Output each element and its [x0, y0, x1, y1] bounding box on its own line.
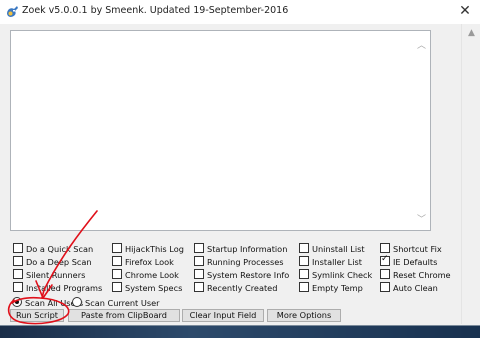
option-label: Chrome Look — [125, 270, 179, 280]
option-deep-scan[interactable]: Do a Deep Scan — [13, 256, 92, 268]
option-installed-programs[interactable]: Installed Programs — [13, 282, 102, 294]
option-label: Symlink Check — [312, 270, 373, 280]
checkbox[interactable] — [299, 256, 309, 266]
option-uninstall-list[interactable]: Uninstall List — [299, 243, 365, 255]
option-label: Auto Clean — [393, 283, 438, 293]
option-label: Silent Runners — [26, 270, 86, 280]
scroll-down-icon[interactable]: ﹀ — [416, 215, 427, 226]
option-auto-clean[interactable]: Auto Clean — [380, 282, 438, 294]
option-chrome-look[interactable]: Chrome Look — [112, 269, 179, 281]
checkbox[interactable] — [13, 269, 23, 279]
checkbox[interactable] — [194, 282, 204, 292]
option-label: Installed Programs — [26, 283, 103, 293]
checkbox[interactable] — [112, 282, 122, 292]
title-bar[interactable]: Zoek v5.0.0.1 by Smeenk. Updated 19-Sept… — [0, 0, 480, 24]
close-button[interactable]: ✕ — [450, 0, 480, 24]
option-recently-created[interactable]: Recently Created — [194, 282, 277, 294]
option-system-specs[interactable]: System Specs — [112, 282, 182, 294]
checkbox[interactable] — [380, 243, 390, 253]
checkbox[interactable] — [13, 243, 23, 253]
checkbox[interactable] — [380, 282, 390, 292]
option-shortcut-fix[interactable]: Shortcut Fix — [380, 243, 442, 255]
checkbox[interactable] — [194, 269, 204, 279]
option-firefox-look[interactable]: Firefox Look — [112, 256, 174, 268]
checkbox[interactable] — [13, 282, 23, 292]
option-label: Do a Deep Scan — [26, 257, 92, 267]
option-startup-information[interactable]: Startup Information — [194, 243, 287, 255]
option-label: Shortcut Fix — [393, 244, 442, 254]
radio-button[interactable] — [72, 297, 82, 307]
option-label: Installer List — [312, 257, 362, 267]
checkbox[interactable] — [112, 269, 122, 279]
run-script-button[interactable]: Run Script — [10, 309, 64, 322]
option-hijackthis-log[interactable]: HijackThis Log — [112, 243, 184, 255]
scroll-up-icon[interactable]: ▲ — [466, 28, 477, 39]
radio-button-selected[interactable] — [12, 297, 22, 307]
paste-from-clipboard-button[interactable]: Paste from ClipBoard — [68, 309, 180, 322]
option-empty-temp[interactable]: Empty Temp — [299, 282, 363, 294]
checkbox[interactable] — [299, 282, 309, 292]
radio-label: Scan Current User — [85, 298, 160, 308]
option-label: IE Defaults — [393, 257, 438, 267]
checkbox[interactable] — [112, 256, 122, 266]
option-label: Running Processes — [207, 257, 284, 267]
checkbox[interactable] — [299, 243, 309, 253]
option-running-processes[interactable]: Running Processes — [194, 256, 284, 268]
option-label: Recently Created — [207, 283, 278, 293]
window-scrollbar[interactable]: ▲ — [461, 24, 480, 324]
option-label: Firefox Look — [125, 257, 174, 267]
option-label: Uninstall List — [312, 244, 365, 254]
more-options-button[interactable]: More Options — [267, 309, 341, 322]
option-label: Startup Information — [207, 244, 288, 254]
checkbox-checked[interactable] — [380, 254, 390, 266]
checkbox[interactable] — [194, 243, 204, 253]
option-symlink-check[interactable]: Symlink Check — [299, 269, 372, 281]
option-label: HijackThis Log — [125, 244, 184, 254]
input-scrollbar[interactable]: ︿ ﹀ — [413, 31, 430, 230]
option-installer-list[interactable]: Installer List — [299, 256, 362, 268]
zoek-app-icon — [7, 6, 18, 17]
option-label: System Restore Info — [207, 270, 290, 280]
radio-scan-current-user[interactable]: Scan Current User — [72, 297, 160, 309]
clear-input-field-button[interactable]: Clear Input Field — [182, 309, 264, 322]
option-ie-defaults[interactable]: IE Defaults — [380, 254, 438, 268]
option-quick-scan[interactable]: Do a Quick Scan — [13, 243, 93, 255]
zoek-window: Zoek v5.0.0.1 by Smeenk. Updated 19-Sept… — [0, 0, 480, 326]
scroll-up-icon[interactable]: ︿ — [416, 41, 427, 52]
checkbox[interactable] — [299, 269, 309, 279]
checkbox[interactable] — [194, 256, 204, 266]
checkbox[interactable] — [380, 269, 390, 279]
script-input-field[interactable]: ︿ ﹀ — [10, 30, 431, 231]
option-label: Reset Chrome — [393, 270, 451, 280]
window-title: Zoek v5.0.0.1 by Smeenk. Updated 19-Sept… — [22, 5, 289, 16]
option-label: System Specs — [125, 283, 183, 293]
option-label: Empty Temp — [312, 283, 363, 293]
option-reset-chrome[interactable]: Reset Chrome — [380, 269, 451, 281]
option-silent-runners[interactable]: Silent Runners — [13, 269, 85, 281]
checkbox[interactable] — [13, 256, 23, 266]
checkbox[interactable] — [112, 243, 122, 253]
option-system-restore-info[interactable]: System Restore Info — [194, 269, 289, 281]
option-label: Do a Quick Scan — [26, 244, 94, 254]
